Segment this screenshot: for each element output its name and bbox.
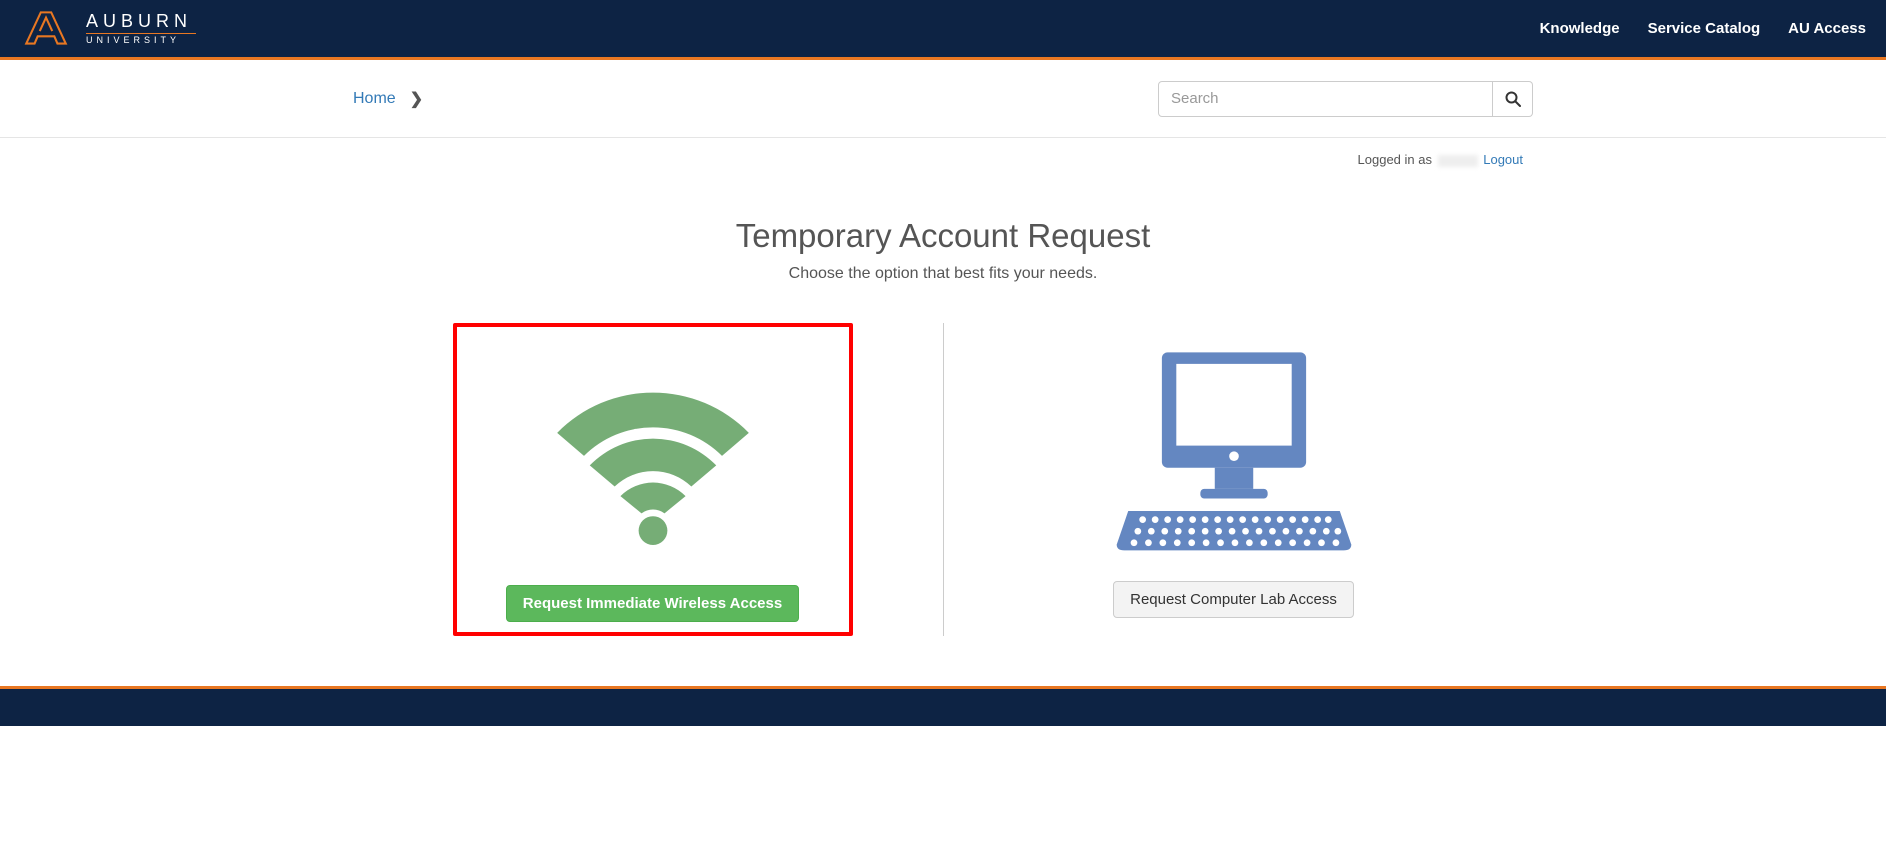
main-content: Temporary Account Request Choose the opt… (353, 217, 1533, 676)
search-button[interactable] (1493, 81, 1533, 117)
auburn-logo-icon (20, 7, 72, 51)
vertical-divider (943, 323, 944, 636)
brand-logo[interactable]: AUBURN UNIVERSITY (20, 7, 196, 51)
page-subtitle: Choose the option that best fits your ne… (373, 265, 1513, 283)
nav-knowledge[interactable]: Knowledge (1540, 20, 1620, 37)
subheader: Home ❯ (0, 60, 1886, 138)
brand-text: AUBURN UNIVERSITY (86, 12, 196, 45)
logout-link[interactable]: Logout (1483, 152, 1523, 167)
request-lab-button[interactable]: Request Computer Lab Access (1113, 581, 1354, 618)
request-wireless-button[interactable]: Request Immediate Wireless Access (506, 585, 799, 622)
top-nav: Knowledge Service Catalog AU Access (1540, 20, 1866, 37)
page-title: Temporary Account Request (373, 217, 1513, 255)
chevron-right-icon: ❯ (410, 89, 423, 109)
options-row: Request Immediate Wireless Access (373, 323, 1513, 636)
option-wireless: Request Immediate Wireless Access (453, 323, 853, 636)
breadcrumb-home[interactable]: Home (353, 90, 396, 108)
search (1158, 81, 1533, 117)
breadcrumb: Home ❯ (353, 89, 423, 109)
user-bar: Logged in as Logout (353, 152, 1533, 167)
username-redacted (1438, 155, 1478, 167)
header: AUBURN UNIVERSITY Knowledge Service Cata… (0, 0, 1886, 60)
computer-icon (1109, 333, 1359, 563)
option-computer-lab: Request Computer Lab Access (1034, 323, 1434, 636)
logged-in-label: Logged in as (1358, 152, 1436, 167)
wifi-icon (538, 337, 768, 567)
search-icon (1505, 91, 1521, 107)
nav-au-access[interactable]: AU Access (1788, 20, 1866, 37)
search-input[interactable] (1158, 81, 1493, 117)
brand-name: AUBURN (86, 12, 196, 30)
nav-service-catalog[interactable]: Service Catalog (1648, 20, 1761, 37)
footer (0, 686, 1886, 726)
brand-subname: UNIVERSITY (86, 36, 196, 45)
